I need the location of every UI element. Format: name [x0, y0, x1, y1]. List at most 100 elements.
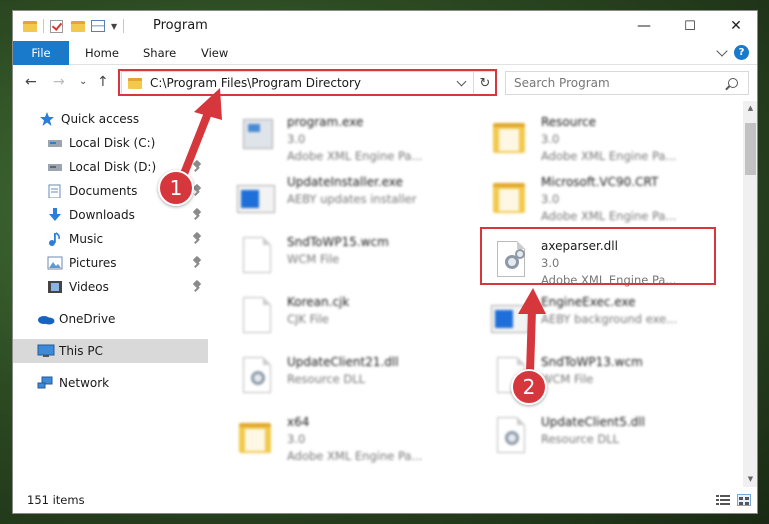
- drive-icon: [47, 160, 63, 174]
- search-input[interactable]: [514, 76, 728, 90]
- maximize-button[interactable]: ☐: [667, 11, 713, 41]
- dll-gear-icon: [235, 355, 279, 403]
- pin-icon[interactable]: [193, 281, 201, 292]
- pin-icon[interactable]: [193, 257, 201, 268]
- pin-icon[interactable]: [193, 185, 201, 196]
- sidebar-item-label: Pictures: [69, 256, 117, 270]
- tab-file[interactable]: File: [13, 41, 69, 65]
- sidebar-item-label: OneDrive: [59, 312, 116, 326]
- recent-locations-button[interactable]: ⌄: [79, 76, 87, 87]
- back-button[interactable]: ←: [25, 74, 37, 90]
- properties-check-icon[interactable]: [50, 19, 63, 33]
- pin-icon[interactable]: [193, 137, 201, 148]
- sidebar-item-videos[interactable]: Videos: [13, 275, 208, 299]
- file-detail: 3.0: [287, 432, 306, 446]
- folder-icon: [489, 115, 533, 163]
- folder-icon: [23, 20, 37, 32]
- pin-icon[interactable]: [193, 209, 201, 220]
- list-item[interactable]: SndToWP15.wcm WCM File: [231, 231, 467, 287]
- window-title: Program: [153, 18, 208, 33]
- list-item[interactable]: x64 3.0 Adobe XML Engine Pa...: [231, 411, 467, 467]
- sidebar-item-pictures[interactable]: Pictures: [13, 251, 208, 275]
- sidebar-item-music[interactable]: Music: [13, 227, 208, 251]
- sidebar-item-quick-access[interactable]: Quick access: [13, 107, 208, 131]
- list-item[interactable]: Resource 3.0 Adobe XML Engine Pa...: [485, 111, 721, 167]
- list-item[interactable]: Microsoft.VC90.CRT 3.0 Adobe XML Engine Pa…: [485, 171, 721, 227]
- list-item[interactable]: EngineExec.exe AEBY background exe...: [485, 291, 721, 347]
- file-name: UpdateInstaller.exe: [287, 175, 403, 189]
- file-detail: Adobe XML Engine Pa...: [287, 149, 423, 163]
- drive-icon: [47, 136, 63, 150]
- file-detail: 3.0: [541, 132, 560, 146]
- sidebar-item-network[interactable]: Network: [13, 371, 208, 395]
- status-bar: 151 items: [13, 487, 757, 513]
- list-item[interactable]: Korean.cjk CJK File: [231, 291, 467, 347]
- list-item[interactable]: program.exe 3.0 Adobe XML Engine Pa...: [231, 111, 467, 167]
- search-icon[interactable]: [728, 78, 738, 88]
- file-name: x64: [287, 415, 310, 429]
- app-icon: [489, 295, 533, 343]
- list-item[interactable]: UpdateClient5.dll Resource DLL: [485, 411, 721, 467]
- tab-home[interactable]: Home: [71, 41, 133, 65]
- sidebar-item-local-disk-c[interactable]: Local Disk (C:): [13, 131, 208, 155]
- scroll-up-icon[interactable]: ▲: [743, 101, 757, 116]
- expand-ribbon-icon[interactable]: [716, 44, 728, 57]
- close-button[interactable]: ✕: [713, 11, 757, 41]
- videos-icon: [47, 280, 63, 294]
- minimize-button[interactable]: —: [621, 11, 667, 41]
- sidebar-item-label: Music: [69, 232, 104, 246]
- sidebar-item-this-pc[interactable]: This PC: [13, 339, 208, 363]
- file-detail: Adobe XML Engine Pa...: [287, 449, 423, 463]
- pin-icon[interactable]: [193, 161, 201, 172]
- quick-access-toolbar: ▼: [23, 17, 130, 35]
- help-icon[interactable]: ?: [734, 45, 749, 60]
- step-2-badge: 2: [511, 369, 547, 405]
- sidebar-item-label: Local Disk (C:): [69, 136, 156, 150]
- tiles-view-icon[interactable]: [737, 494, 751, 506]
- ribbon-tabs: File Home Share View ?: [13, 41, 757, 65]
- network-icon: [37, 376, 53, 390]
- sidebar-item-label: Local Disk (D:): [69, 160, 157, 174]
- file-name: EngineExec.exe: [541, 295, 636, 309]
- list-item[interactable]: UpdateClient21.dll Resource DLL: [231, 351, 467, 407]
- tab-share[interactable]: Share: [129, 41, 190, 65]
- customize-dropdown-icon[interactable]: ▼: [111, 22, 117, 31]
- item-count: 151 items: [27, 493, 85, 507]
- download-icon: [47, 208, 63, 222]
- sidebar-item-onedrive[interactable]: OneDrive: [13, 307, 208, 331]
- pin-icon[interactable]: [193, 233, 201, 244]
- pc-icon: [37, 344, 55, 358]
- details-view-icon[interactable]: [716, 494, 730, 506]
- scroll-down-icon[interactable]: ▼: [743, 472, 757, 487]
- vertical-scrollbar[interactable]: ▲ ▼: [743, 101, 757, 487]
- file-name: program.exe: [287, 115, 364, 129]
- folder-icon: [235, 415, 279, 463]
- up-button[interactable]: ↑: [97, 74, 109, 90]
- sidebar-item-label: Downloads: [69, 208, 135, 222]
- file-name: Microsoft.VC90.CRT: [541, 175, 659, 189]
- scroll-thumb[interactable]: [745, 123, 756, 175]
- star-icon: [39, 112, 55, 126]
- file-detail: Resource DLL: [541, 432, 620, 446]
- sidebar-item-downloads[interactable]: Downloads: [13, 203, 208, 227]
- ribbon-controls: ?: [716, 44, 749, 60]
- search-box[interactable]: [505, 71, 749, 95]
- pictures-icon: [47, 256, 63, 270]
- new-folder-icon[interactable]: [71, 20, 85, 32]
- file-detail: Resource DLL: [287, 372, 366, 386]
- sidebar-item-label: Network: [59, 376, 110, 390]
- file-detail: AEBY updates installer: [287, 192, 417, 206]
- forward-button[interactable]: →: [53, 74, 65, 90]
- title-bar: ▼ Program — ☐ ✕: [13, 11, 757, 41]
- document-icon: [235, 235, 279, 283]
- properties-icon[interactable]: [91, 20, 105, 32]
- sidebar-item-label: This PC: [59, 344, 103, 358]
- file-detail: AEBY background exe...: [541, 312, 678, 326]
- file-detail: 3.0: [541, 192, 560, 206]
- documents-icon: [47, 184, 63, 199]
- file-detail: WCM File: [541, 372, 594, 386]
- file-detail: CJK File: [287, 312, 329, 326]
- app-icon: [235, 175, 279, 223]
- tab-view[interactable]: View: [187, 41, 242, 65]
- list-item[interactable]: UpdateInstaller.exe AEBY updates installe…: [231, 171, 467, 227]
